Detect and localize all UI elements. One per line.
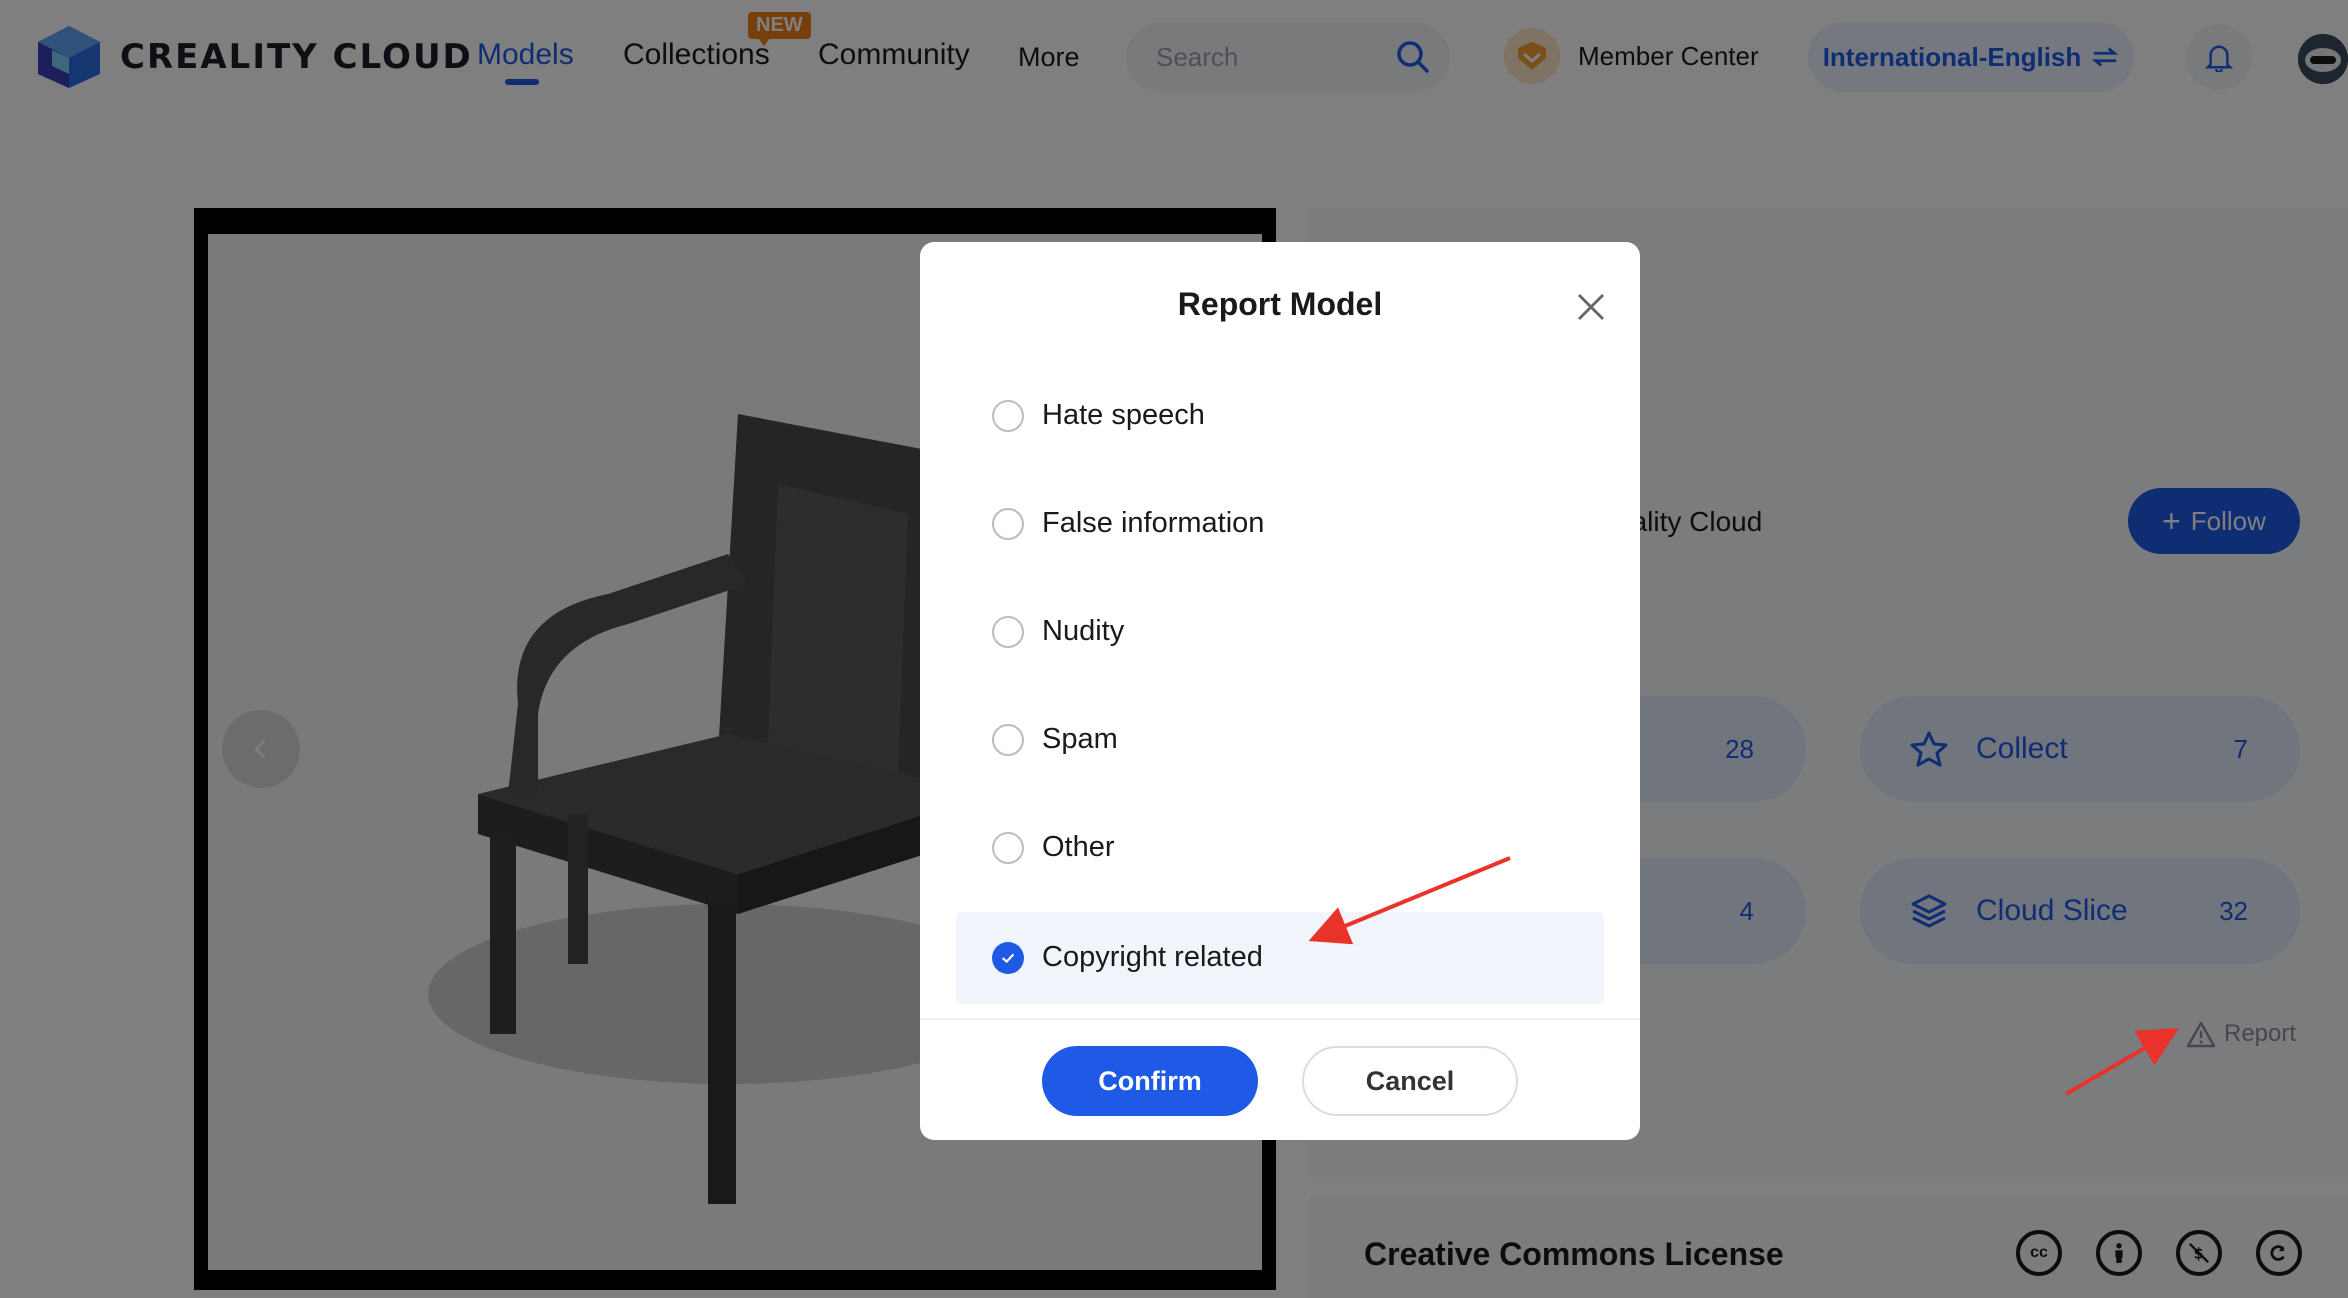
option-nudity[interactable]: Nudity: [956, 586, 1604, 678]
option-label: Copyright related: [1042, 941, 1263, 973]
option-label: Other: [1042, 831, 1115, 863]
option-copyright-related[interactable]: Copyright related: [956, 912, 1604, 1004]
dialog-footer: [920, 1018, 1640, 1140]
option-hate-speech[interactable]: Hate speech: [956, 370, 1604, 462]
radio-button[interactable]: [992, 616, 1024, 648]
option-label: Nudity: [1042, 615, 1125, 647]
option-label: Spam: [1042, 723, 1118, 755]
confirm-button[interactable]: Confirm: [1042, 1046, 1258, 1116]
report-model-dialog: Report Model Hate speech False informati…: [920, 242, 1640, 1140]
radio-button[interactable]: [992, 400, 1024, 432]
option-label: False information: [1042, 507, 1265, 539]
option-false-information[interactable]: False information: [956, 478, 1604, 570]
dialog-title: Report Model: [1177, 286, 1383, 322]
radio-button[interactable]: [992, 832, 1024, 864]
radio-button-checked[interactable]: [992, 942, 1024, 974]
option-label: Hate speech: [1042, 399, 1205, 431]
radio-button[interactable]: [992, 508, 1024, 540]
cancel-button[interactable]: Cancel: [1302, 1046, 1518, 1116]
radio-button[interactable]: [992, 724, 1024, 756]
option-spam[interactable]: Spam: [956, 694, 1604, 786]
checkmark-icon: [1001, 953, 1015, 964]
option-other[interactable]: Other: [956, 802, 1604, 894]
close-icon[interactable]: [1574, 290, 1608, 324]
